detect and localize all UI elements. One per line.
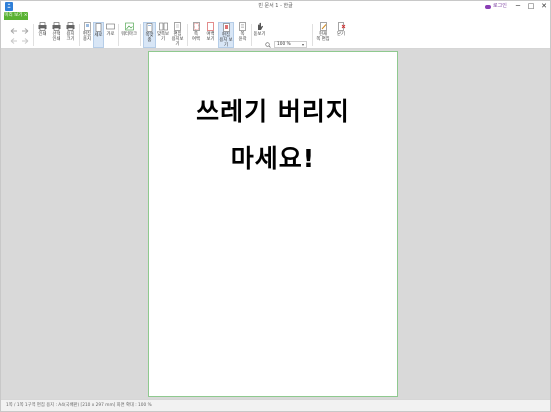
- margin-view-icon: [207, 22, 214, 31]
- status-bar: 1쪽 / 1쪽 1구역 편집 용지 : A4(국배판) [210 x 297 m…: [1, 399, 550, 411]
- magnifier-hand-icon: [258, 22, 263, 30]
- paper-size-button[interactable]: 용지 크기: [64, 22, 77, 48]
- facing-pages-label: 맞쪽보기: [157, 32, 169, 42]
- zoom-select[interactable]: 100 % ▾: [274, 41, 307, 48]
- edit-current-page-button[interactable]: 현재 쪽 편집: [315, 22, 331, 48]
- magnifier-label: 돋보기: [253, 32, 266, 37]
- login-button[interactable]: 로그인: [482, 3, 510, 10]
- paper-view-button[interactable]: 편집 용지보기: [170, 22, 185, 48]
- document-heading-line-2: 마세요!: [230, 144, 316, 173]
- title-bar: ﾆ 빈 문서 1 - 한글 로그인 ─ □ ✕: [1, 1, 550, 12]
- select-print-button[interactable]: 선택 인쇄: [50, 22, 63, 48]
- margin-view-button[interactable]: 여백 보기: [204, 22, 217, 48]
- edit-paper-view-icon: [222, 23, 230, 32]
- minimize-button[interactable]: ─: [512, 1, 524, 12]
- edit-paper-button[interactable]: 편집 용지: [81, 22, 93, 48]
- ribbon-separator: [251, 24, 252, 46]
- watermark-label: 워터마크: [121, 32, 137, 37]
- preview-ribbon: 인쇄 선택 인쇄 용지 크기 편집 용지 세로 가로 워터마크 쪽맞춤 맞쪽보기…: [1, 20, 550, 55]
- redo-all-icon[interactable]: [21, 38, 29, 44]
- document-heading-line-1: 쓰레기 버리지: [196, 97, 350, 126]
- ribbon-separator: [187, 24, 188, 46]
- ribbon-separator: [140, 24, 141, 46]
- portrait-label: 세로: [94, 33, 103, 38]
- landscape-label: 가로: [106, 32, 115, 37]
- ribbon-separator: [118, 24, 119, 46]
- page-margin-label: 쪽 여백: [192, 32, 200, 42]
- fit-page-button[interactable]: 쪽맞춤: [143, 22, 156, 48]
- tab-strip: 미리 보기 ×: [1, 12, 550, 20]
- close-button[interactable]: ✕: [538, 1, 550, 12]
- printer-select-icon: [52, 22, 61, 31]
- maximize-button[interactable]: □: [525, 1, 537, 12]
- ribbon-separator: [79, 24, 80, 46]
- zoom-value: 100 %: [277, 42, 291, 47]
- edit-paper-view-label: 편집 용지 보기: [219, 33, 233, 48]
- print-label: 인쇄: [38, 32, 47, 37]
- app-window: ﾆ 빈 문서 1 - 한글 로그인 ─ □ ✕ 미리 보기 × 인쇄 선택 인쇄…: [0, 0, 551, 412]
- ribbon-separator: [33, 24, 34, 46]
- printer-settings-icon: [66, 22, 75, 31]
- paper-view-label: 편집 용지보기: [171, 32, 184, 47]
- page-outline-label: 쪽 윤곽: [238, 32, 247, 42]
- redo-icon[interactable]: [21, 28, 29, 34]
- print-button[interactable]: 인쇄: [36, 22, 49, 48]
- fit-page-icon: [146, 23, 153, 32]
- login-label: 로그인: [493, 3, 507, 9]
- tab-preview[interactable]: 미리 보기 ×: [4, 12, 28, 20]
- chevron-down-icon: ▾: [301, 42, 304, 47]
- edit-paper-label: 편집 용지: [83, 32, 91, 42]
- page-outline-icon: [239, 22, 246, 31]
- preview-workspace[interactable]: 쓰레기 버리지 마세요!: [1, 49, 550, 399]
- portrait-button[interactable]: 세로: [93, 22, 104, 48]
- facing-pages-icon: [158, 22, 168, 31]
- document-page: 쓰레기 버리지 마세요!: [148, 51, 398, 397]
- zoom-search-icon: [265, 42, 271, 48]
- edit-current-page-label: 현재 쪽 편집: [316, 32, 330, 42]
- margin-view-label: 여백 보기: [206, 32, 215, 42]
- edit-page-icon: [319, 22, 327, 31]
- user-icon: [485, 4, 491, 9]
- status-text: 1쪽 / 1쪽 1구역 편집 용지 : A4(국배판) [210 x 297 m…: [6, 403, 152, 408]
- paper-size-label: 용지 크기: [66, 32, 75, 42]
- ribbon-separator: [312, 24, 313, 46]
- undo-all-icon[interactable]: [10, 38, 18, 44]
- undo-icon[interactable]: [10, 28, 18, 34]
- page-margin-button[interactable]: 쪽 여백: [189, 22, 203, 48]
- page-outline-button[interactable]: 쪽 윤곽: [236, 22, 249, 48]
- page-margin-icon: [192, 22, 200, 31]
- close-preview-button[interactable]: 닫기: [335, 22, 347, 48]
- page-setup-icon: [83, 22, 91, 31]
- landscape-button[interactable]: 가로: [105, 22, 116, 48]
- window-title: 빈 문서 1 - 한글: [258, 3, 293, 9]
- edit-paper-view-button[interactable]: 편집 용지 보기: [218, 22, 234, 48]
- printer-icon: [38, 22, 47, 31]
- fit-page-label: 쪽맞춤: [145, 33, 154, 43]
- watermark-button[interactable]: 워터마크: [120, 22, 138, 48]
- close-preview-icon: [337, 22, 345, 31]
- watermark-icon: [124, 22, 134, 31]
- select-print-label: 선택 인쇄: [52, 32, 61, 42]
- paper-view-icon: [174, 22, 181, 31]
- portrait-page-icon: [95, 23, 102, 32]
- close-preview-label: 닫기: [337, 32, 345, 37]
- facing-pages-button[interactable]: 맞쪽보기: [156, 22, 170, 48]
- landscape-page-icon: [106, 23, 115, 30]
